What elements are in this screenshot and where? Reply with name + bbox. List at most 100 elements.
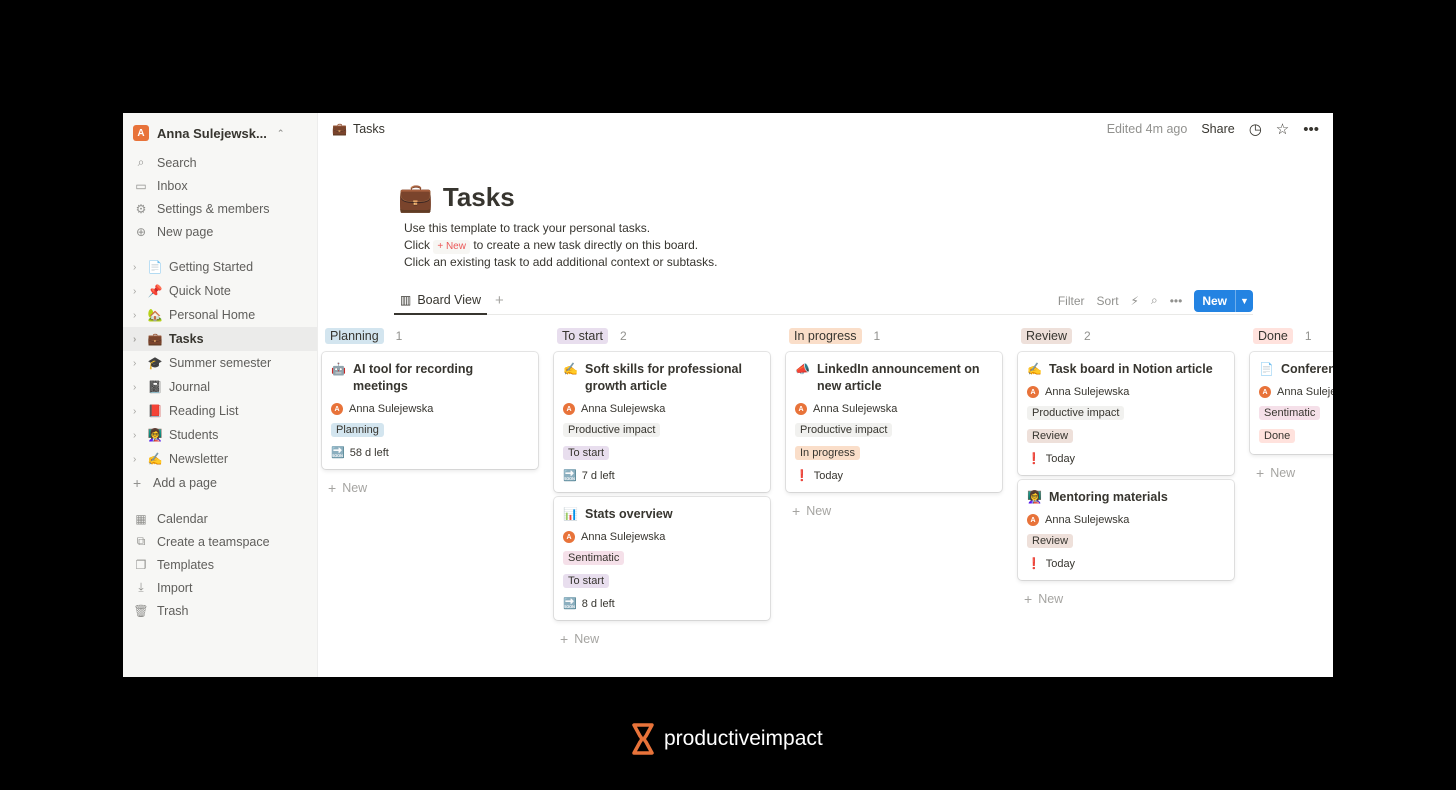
card-tag: Review [1027, 534, 1074, 548]
sidebar-calendar[interactable]: ▦ Calendar [123, 507, 317, 530]
chevron-down-icon[interactable]: ▼ [1235, 289, 1253, 312]
chevron-right-icon[interactable]: › [133, 358, 143, 369]
card-title: 👩‍🏫 Mentoring materials [1027, 489, 1225, 506]
share-button[interactable]: Share [1201, 122, 1234, 136]
sidebar-search[interactable]: ⌕ Search [123, 151, 317, 174]
add-view-icon[interactable]: + [495, 292, 504, 309]
due-text: 7 d left [581, 469, 615, 482]
column-count: 1 [395, 329, 403, 343]
tab-board-view[interactable]: ▥ Board View [394, 287, 488, 315]
column-header[interactable]: In progress 1 [786, 325, 1002, 347]
add-new-card-button[interactable]: + New [322, 477, 538, 499]
column-header[interactable]: Done 1 [1250, 325, 1333, 347]
task-card[interactable]: 📄 Conferenc A Anna Suleje Sentimatic Done [1250, 352, 1333, 454]
add-new-card-button[interactable]: + New [786, 500, 1002, 522]
briefcase-icon[interactable]: 💼 [398, 181, 433, 214]
sidebar-create-teamspace[interactable]: ⧉ Create a teamspace [123, 530, 317, 553]
due-text: Today [1045, 557, 1076, 570]
chevron-right-icon[interactable]: › [133, 454, 143, 465]
avatar: A [331, 403, 343, 415]
more-icon[interactable]: ••• [1170, 294, 1183, 308]
avatar: A [1027, 386, 1039, 398]
sidebar-page-journal[interactable]: › 📓 Journal [123, 375, 317, 399]
breadcrumb[interactable]: Tasks [353, 122, 385, 136]
sidebar-trash[interactable]: 🗑 Trash [123, 599, 317, 622]
task-card[interactable]: 🤖 AI tool for recording meetings A Anna Sul… [322, 352, 538, 469]
chevron-right-icon[interactable]: › [133, 382, 143, 393]
chevron-right-icon[interactable]: › [133, 406, 143, 417]
chevron-right-icon[interactable]: › [133, 334, 143, 345]
automation-icon[interactable]: ⚡ [1131, 294, 1139, 308]
board-column: To start 2 ✍️ Soft skills for professional … [554, 325, 770, 650]
avatar: A [795, 403, 807, 415]
sort-button[interactable]: Sort [1097, 294, 1119, 308]
card-assignee: A Anna Sulejewska [1027, 386, 1225, 398]
sidebar-page-newsletter[interactable]: › ✍️ Newsletter [123, 447, 317, 471]
sidebar-inbox[interactable]: ▭ Inbox [123, 174, 317, 197]
page-title[interactable]: Tasks [443, 182, 515, 213]
task-card[interactable]: 📣 LinkedIn announcement on new article A An… [786, 352, 1002, 492]
card-assignee: A Anna Suleje [1259, 386, 1333, 398]
desc-line-1: Use this template to track your personal… [404, 221, 651, 235]
task-card[interactable]: ✍️ Soft skills for professional growth ar… [554, 352, 770, 492]
card-title: 🤖 AI tool for recording meetings [331, 361, 529, 395]
card-title-text: LinkedIn announcement on new article [817, 362, 980, 393]
new-button-label[interactable]: New [1194, 290, 1235, 312]
sidebar-templates-label: Templates [157, 557, 214, 572]
add-new-label: New [1038, 592, 1064, 606]
chevron-right-icon[interactable]: › [133, 262, 143, 273]
new-chip: + New [433, 240, 470, 254]
plus-icon: + [1256, 465, 1265, 481]
star-icon[interactable]: ☆ [1276, 120, 1289, 138]
search-icon: ⌕ [137, 155, 145, 169]
task-card[interactable]: 📊 Stats overview A Anna Sulejewska Sentimati… [554, 497, 770, 620]
add-new-card-button[interactable]: + New [554, 628, 770, 650]
task-card[interactable]: ✍️ Task board in Notion article A Anna Sule… [1018, 352, 1234, 475]
filter-button[interactable]: Filter [1058, 294, 1085, 308]
clock-icon[interactable]: ◷ [1249, 120, 1262, 138]
sidebar-page-reading-list[interactable]: › 📕 Reading List [123, 399, 317, 423]
workspace-name: Anna Sulejewsk... [157, 125, 267, 141]
board: Planning 1 🤖 AI tool for recording meetings… [318, 325, 1333, 677]
sidebar-new-page[interactable]: ⊕ New page [123, 220, 317, 243]
add-page-button[interactable]: + Add a page [123, 471, 317, 495]
sidebar-page-tasks[interactable]: › 💼 Tasks [123, 327, 317, 351]
task-card[interactable]: 👩‍🏫 Mentoring materials A Anna Sulejewska Re… [1018, 480, 1234, 580]
sidebar-page-getting-started[interactable]: › 📄 Getting Started [123, 255, 317, 279]
add-page-label: Add a page [153, 476, 217, 490]
sidebar-templates[interactable]: ❐ Templates [123, 553, 317, 576]
column-status-tag: Review [1021, 328, 1072, 344]
search-icon[interactable]: ⌕ [1151, 293, 1158, 308]
add-new-label: New [342, 481, 368, 495]
card-tag: Sentimatic [563, 551, 625, 565]
column-header[interactable]: Review 2 [1018, 325, 1234, 347]
card-tag: Productive impact [795, 423, 893, 437]
card-emoji-icon: 📊 [563, 507, 578, 521]
add-new-card-button[interactable]: + New [1018, 588, 1234, 610]
add-new-label: New [1270, 466, 1296, 480]
main-content: 💼 Tasks Edited 4m ago Share ◷ ☆ ••• 💼 Ta… [318, 113, 1333, 677]
plus-icon: + [328, 480, 337, 496]
teamspace-icon: ⧉ [136, 534, 146, 548]
new-button[interactable]: New ▼ [1194, 289, 1253, 312]
more-icon[interactable]: ••• [1303, 121, 1319, 138]
chevron-right-icon[interactable]: › [133, 286, 143, 297]
sidebar-settings[interactable]: ⚙ Settings & members [123, 197, 317, 220]
page-emoji-icon: 📄 [147, 260, 163, 274]
sidebar-page-personal-home[interactable]: › 🏡 Personal Home [123, 303, 317, 327]
sidebar-page-quick-note[interactable]: › 📌 Quick Note [123, 279, 317, 303]
sidebar-page-students[interactable]: › 👩‍🏫 Students [123, 423, 317, 447]
add-new-card-button[interactable]: + New [1250, 462, 1333, 484]
sidebar-create-teamspace-label: Create a teamspace [157, 534, 270, 549]
card-title-text: Soft skills for professional growth arti… [585, 362, 742, 393]
page-emoji-icon: ✍️ [147, 452, 163, 466]
card-tag: Done [1259, 429, 1296, 443]
sidebar-page-summer-semester[interactable]: › 🎓 Summer semester [123, 351, 317, 375]
workspace-switcher[interactable]: A Anna Sulejewsk... ⌃ [123, 119, 317, 147]
chevron-right-icon[interactable]: › [133, 430, 143, 441]
sidebar-import[interactable]: ⤓ Import [123, 576, 317, 599]
column-header[interactable]: Planning 1 [322, 325, 538, 347]
column-header[interactable]: To start 2 [554, 325, 770, 347]
card-due: 🔜 7 d left [563, 469, 761, 483]
chevron-right-icon[interactable]: › [133, 310, 143, 321]
